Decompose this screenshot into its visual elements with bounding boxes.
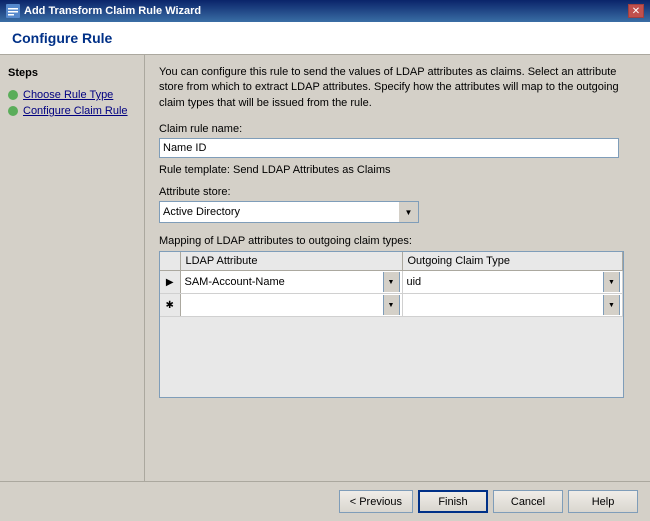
spacer-row-3 xyxy=(160,357,623,377)
new-ldap-select-wrapper xyxy=(183,295,400,315)
footer: < Previous Finish Cancel Help xyxy=(0,481,650,521)
help-button[interactable]: Help xyxy=(568,490,638,513)
spacer-row-2 xyxy=(160,337,623,357)
attribute-store-select[interactable]: Active Directory xyxy=(159,201,419,223)
step-dot-1 xyxy=(8,90,18,100)
steps-title: Steps xyxy=(8,67,136,79)
step-dot-2 xyxy=(8,106,18,116)
content-area: Steps Choose Rule Type Configure Claim R… xyxy=(0,55,650,481)
close-button[interactable]: ✕ xyxy=(628,4,644,18)
sidebar: Steps Choose Rule Type Configure Claim R… xyxy=(0,55,145,481)
new-row-ldap-cell xyxy=(180,294,402,317)
sidebar-item-configure-claim-rule[interactable]: Configure Claim Rule xyxy=(8,103,136,119)
outgoing-claim-input[interactable] xyxy=(405,272,621,292)
table-row: ▶ SAM-Account-Name xyxy=(160,271,623,294)
description-text: You can configure this rule to send the … xyxy=(159,65,636,111)
step-label-1: Choose Rule Type xyxy=(23,89,113,101)
mapping-label: Mapping of LDAP attributes to outgoing c… xyxy=(159,235,636,247)
main-container: Configure Rule Steps Choose Rule Type Co… xyxy=(0,22,650,521)
row-outgoing-cell xyxy=(402,271,623,294)
page-title: Configure Rule xyxy=(12,30,638,46)
main-content: You can configure this rule to send the … xyxy=(145,55,650,481)
row-indicator: ▶ xyxy=(160,271,180,294)
rule-template-text: Rule template: Send LDAP Attributes as C… xyxy=(159,164,636,176)
ldap-attribute-select[interactable]: SAM-Account-Name xyxy=(183,272,400,292)
attribute-store-label: Attribute store: xyxy=(159,186,636,198)
title-bar-left: Add Transform Claim Rule Wizard xyxy=(6,4,201,18)
table-new-row: ✱ xyxy=(160,294,623,317)
spacer-row-1 xyxy=(160,317,623,337)
wizard-icon xyxy=(6,4,20,18)
mapping-table: LDAP Attribute Outgoing Claim Type ▶ xyxy=(160,252,623,397)
claim-rule-name-input[interactable] xyxy=(159,138,619,158)
row-ldap-cell: SAM-Account-Name xyxy=(180,271,402,294)
new-outgoing-claim-select[interactable] xyxy=(405,295,621,315)
finish-button[interactable]: Finish xyxy=(418,490,488,513)
title-bar: Add Transform Claim Rule Wizard ✕ xyxy=(0,0,650,22)
ldap-select-wrapper: SAM-Account-Name xyxy=(183,272,400,292)
col-outgoing-header: Outgoing Claim Type xyxy=(402,252,623,271)
mapping-table-container: LDAP Attribute Outgoing Claim Type ▶ xyxy=(159,251,624,398)
new-row-outgoing-cell xyxy=(402,294,623,317)
mapping-section: Mapping of LDAP attributes to outgoing c… xyxy=(159,235,636,398)
new-row-indicator: ✱ xyxy=(160,294,180,317)
new-outgoing-select-wrapper xyxy=(405,295,621,315)
cancel-button[interactable]: Cancel xyxy=(493,490,563,513)
attribute-store-wrapper: Active Directory xyxy=(159,201,419,223)
col-indicator-header xyxy=(160,252,180,271)
step-label-2: Configure Claim Rule xyxy=(23,105,128,117)
previous-button[interactable]: < Previous xyxy=(339,490,413,513)
col-ldap-header: LDAP Attribute xyxy=(180,252,402,271)
page-header: Configure Rule xyxy=(0,22,650,55)
new-ldap-attribute-select[interactable] xyxy=(183,295,400,315)
sidebar-item-choose-rule-type[interactable]: Choose Rule Type xyxy=(8,87,136,103)
claim-rule-name-label: Claim rule name: xyxy=(159,123,636,135)
spacer-row-4 xyxy=(160,377,623,397)
window-title: Add Transform Claim Rule Wizard xyxy=(24,5,201,17)
outgoing-select-wrapper xyxy=(405,272,621,292)
